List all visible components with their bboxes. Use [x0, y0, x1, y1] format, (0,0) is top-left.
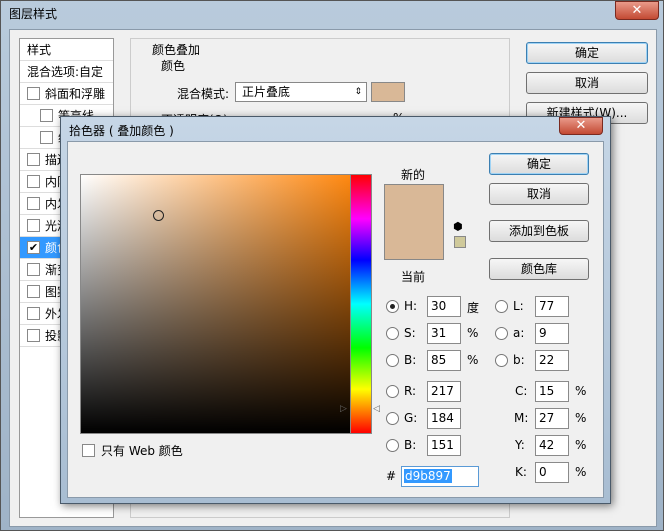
current-label: 当前 — [401, 270, 426, 284]
checkbox[interactable] — [27, 87, 40, 100]
radio-a[interactable] — [495, 327, 508, 340]
blend-mode-select[interactable]: 正片叠底 ⇕ — [235, 82, 367, 102]
checkbox[interactable] — [27, 263, 40, 276]
new-label: 新的 — [401, 168, 426, 182]
add-to-swatches-button[interactable]: 添加到色板 — [489, 220, 589, 242]
web-only-label: 只有 Web 颜色 — [101, 444, 183, 458]
s-label: S: — [404, 326, 416, 340]
style-item-bevel[interactable]: 斜面和浮雕 — [20, 83, 113, 105]
lab-b-input[interactable]: 22 — [535, 350, 569, 371]
hue-slider[interactable] — [350, 174, 372, 434]
checkbox-checked[interactable]: ✔ — [27, 241, 40, 254]
y-label: Y: — [515, 438, 525, 452]
spinner-icon: ⇕ — [354, 87, 362, 97]
m-input[interactable]: 27 — [535, 408, 569, 429]
g-label: G: — [404, 411, 418, 425]
radio-blue[interactable] — [386, 439, 399, 452]
k-unit: % — [575, 465, 587, 479]
web-only-checkbox[interactable] — [82, 444, 95, 457]
g-input[interactable]: 184 — [427, 408, 461, 429]
color-libraries-button[interactable]: 颜色库 — [489, 258, 589, 280]
radio-l[interactable] — [495, 300, 508, 313]
hue-arrow-left-icon[interactable]: ▷ — [340, 404, 347, 414]
checkbox[interactable] — [27, 307, 40, 320]
radio-h[interactable] — [386, 300, 399, 313]
picker-client: ▷ ◁ 只有 Web 颜色 新的 当前 ⬢ 确定 取消 添加到色板 颜色库 H:… — [67, 141, 604, 498]
blue-input[interactable]: 151 — [427, 435, 461, 456]
color-marker[interactable] — [153, 210, 164, 221]
checkbox[interactable] — [27, 285, 40, 298]
blend-options-item[interactable]: 混合选项:自定 — [20, 61, 113, 83]
l-label: L: — [513, 299, 524, 313]
picker-title: 拾色器 ( 叠加颜色 ) — [69, 124, 174, 138]
k-input[interactable]: 0 — [535, 462, 569, 483]
cancel-button[interactable]: 取消 — [526, 72, 648, 94]
current-color-swatch[interactable] — [384, 222, 444, 260]
color-subtitle: 颜色 — [161, 59, 186, 73]
radio-g[interactable] — [386, 412, 399, 425]
ok-button[interactable]: 确定 — [526, 42, 648, 64]
b-unit: % — [467, 353, 479, 367]
r-label: R: — [404, 384, 417, 398]
lab-b-label: b: — [513, 353, 525, 367]
window-title: 图层样式 — [9, 7, 58, 21]
k-label: K: — [515, 465, 527, 479]
checkbox[interactable] — [27, 219, 40, 232]
hex-input[interactable]: d9b897 — [401, 466, 479, 487]
hue-arrow-right-icon[interactable]: ◁ — [373, 404, 380, 414]
h-label: H: — [404, 299, 418, 313]
radio-b[interactable] — [386, 354, 399, 367]
checkbox[interactable] — [27, 329, 40, 342]
m-unit: % — [575, 411, 587, 425]
y-unit: % — [575, 438, 587, 452]
color-picker-dialog: 拾色器 ( 叠加颜色 ) ✕ ▷ ◁ 只有 Web 颜色 新的 当前 ⬢ 确定 … — [60, 116, 611, 504]
s-input[interactable]: 31 — [427, 323, 461, 344]
new-color-swatch — [384, 184, 444, 222]
b-label: B: — [404, 353, 417, 367]
radio-r[interactable] — [386, 385, 399, 398]
hex-label: # — [386, 469, 397, 483]
group-title: 颜色叠加 — [149, 41, 204, 58]
picker-close-button[interactable]: ✕ — [559, 117, 603, 135]
overlay-color-swatch[interactable] — [371, 82, 405, 102]
a-input[interactable]: 9 — [535, 323, 569, 344]
style-list-header[interactable]: 样式 — [20, 39, 113, 61]
picker-cancel-button[interactable]: 取消 — [489, 183, 589, 205]
l-input[interactable]: 77 — [535, 296, 569, 317]
checkbox[interactable] — [27, 197, 40, 210]
c-unit: % — [575, 384, 587, 398]
checkbox[interactable] — [27, 153, 40, 166]
c-label: C: — [515, 384, 528, 398]
a-label: a: — [513, 326, 525, 340]
r-input[interactable]: 217 — [427, 381, 461, 402]
color-field[interactable] — [80, 174, 370, 434]
b-input[interactable]: 85 — [427, 350, 461, 371]
cube-icon[interactable]: ⬢ — [453, 220, 463, 233]
web-safe-swatch[interactable] — [454, 236, 466, 248]
picker-ok-button[interactable]: 确定 — [489, 153, 589, 175]
s-unit: % — [467, 326, 479, 340]
blend-mode-label: 混合模式: — [177, 87, 230, 101]
title-bar: 图层样式 ✕ — [1, 1, 664, 27]
c-input[interactable]: 15 — [535, 381, 569, 402]
blue-label: B: — [404, 438, 417, 452]
h-unit: 度 — [467, 301, 480, 315]
checkbox[interactable] — [40, 131, 53, 144]
h-input[interactable]: 30 — [427, 296, 461, 317]
y-input[interactable]: 42 — [535, 435, 569, 456]
radio-s[interactable] — [386, 327, 399, 340]
m-label: M: — [514, 411, 529, 425]
checkbox[interactable] — [40, 109, 53, 122]
close-button[interactable]: ✕ — [615, 1, 659, 20]
checkbox[interactable] — [27, 175, 40, 188]
radio-lab-b[interactable] — [495, 354, 508, 367]
